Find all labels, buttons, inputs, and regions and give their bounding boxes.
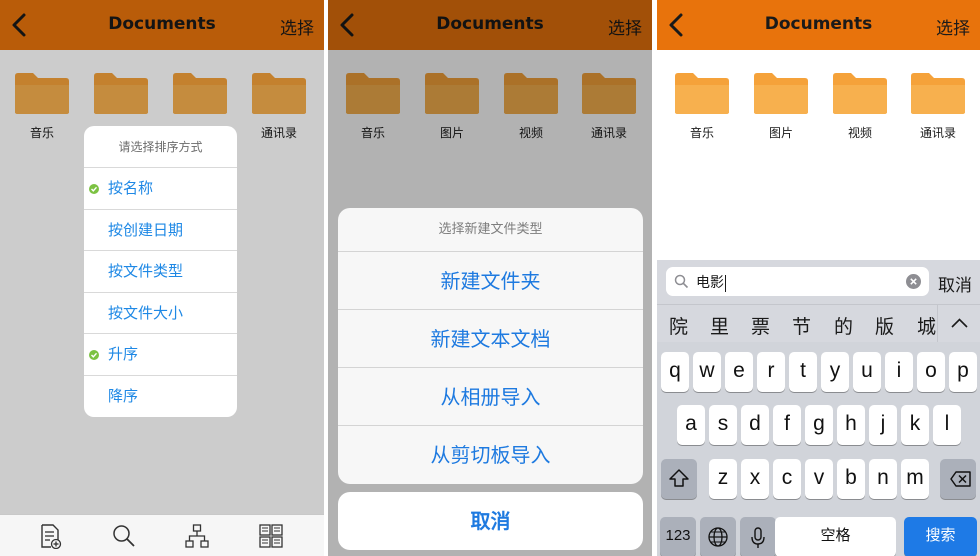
shift-key[interactable] xyxy=(661,459,697,499)
search-icon xyxy=(674,274,689,289)
key-r[interactable]: r xyxy=(757,352,785,392)
expand-candidates-icon[interactable] xyxy=(937,305,980,343)
ime-candidate-bar: 院 里 票 节 的 版 城 xyxy=(657,304,980,343)
candidate-word[interactable]: 的 xyxy=(834,312,853,339)
sort-item-label: 按名称 xyxy=(108,179,154,197)
microphone-icon[interactable] xyxy=(740,517,776,556)
folder-label: 图片 xyxy=(768,126,793,140)
search-bar: 电影 取消 xyxy=(657,260,980,304)
key-p[interactable]: p xyxy=(949,352,977,392)
folder-icon xyxy=(833,73,887,114)
numbers-key[interactable]: 123 xyxy=(660,517,696,556)
key-f[interactable]: f xyxy=(773,405,801,445)
sort-descending[interactable]: 降序 xyxy=(84,376,237,417)
search-input-value: 电影 xyxy=(696,274,726,292)
new-folder-button[interactable]: 新建文件夹 xyxy=(338,252,643,310)
import-from-clipboard-button[interactable]: 从剪切板导入 xyxy=(338,426,643,484)
key-u[interactable]: u xyxy=(853,352,881,392)
backspace-key[interactable] xyxy=(940,459,976,499)
import-from-album-button[interactable]: 从相册导入 xyxy=(338,368,643,426)
sort-item-label: 按创建日期 xyxy=(108,220,184,239)
space-key[interactable]: 空格 xyxy=(775,517,896,556)
clear-icon[interactable] xyxy=(906,274,921,289)
search-input[interactable]: 电影 xyxy=(666,267,929,296)
folder-pictures[interactable]: 图片 xyxy=(751,70,811,141)
folder-label: 通讯录 xyxy=(919,126,956,140)
key-w[interactable]: w xyxy=(693,352,721,392)
key-k[interactable]: k xyxy=(901,405,929,445)
new-text-document-button[interactable]: 新建文本文档 xyxy=(338,310,643,368)
search-panel: Documents 选择 音乐 图片 视频 通讯录 电影 取消 院 里 票 节 … xyxy=(657,0,980,556)
candidate-word[interactable]: 里 xyxy=(710,312,729,339)
key-l[interactable]: l xyxy=(933,405,961,445)
folder-label: 视频 xyxy=(847,126,872,140)
candidate-word[interactable]: 票 xyxy=(751,312,770,339)
search-icon[interactable] xyxy=(111,523,137,549)
search-key[interactable]: 搜索 xyxy=(904,517,977,556)
sort-by-file-size[interactable]: 按文件大小 xyxy=(84,293,237,335)
globe-icon[interactable] xyxy=(700,517,736,556)
sort-by-created-date[interactable]: 按创建日期 xyxy=(84,210,237,252)
nav-title: Documents xyxy=(764,14,873,34)
search-cancel-button[interactable]: 取消 xyxy=(938,271,972,296)
key-g[interactable]: g xyxy=(805,405,833,445)
folder-label: 音乐 xyxy=(689,126,714,140)
new-file-panel: Documents 选择 音乐 图片 视频 通讯录 选择新建文件类型 新建文件夹… xyxy=(328,0,652,556)
text-caret xyxy=(725,274,726,292)
keyboard: q w e r t y u i o p a s d f g h j k l z … xyxy=(657,342,980,556)
check-icon xyxy=(89,350,99,361)
sort-item-label: 按文件大小 xyxy=(108,303,184,322)
candidate-word[interactable]: 节 xyxy=(792,312,811,339)
sort-item-label: 升序 xyxy=(108,345,139,364)
sort-by-name[interactable]: 按名称 xyxy=(84,168,237,210)
key-i[interactable]: i xyxy=(885,352,913,392)
folder-icon xyxy=(675,73,729,114)
folder-contacts[interactable]: 通讯录 xyxy=(908,70,968,141)
key-v[interactable]: v xyxy=(805,459,833,499)
key-q[interactable]: q xyxy=(661,352,689,392)
key-m[interactable]: m xyxy=(901,459,929,499)
nav-bar: Documents 选择 xyxy=(657,0,980,50)
key-c[interactable]: c xyxy=(773,459,801,499)
new-file-action-sheet: 选择新建文件类型 新建文件夹 新建文本文档 从相册导入 从剪切板导入 xyxy=(338,208,643,484)
key-s[interactable]: s xyxy=(709,405,737,445)
candidate-word[interactable]: 院 xyxy=(669,312,688,339)
key-d[interactable]: d xyxy=(741,405,769,445)
sort-by-file-type[interactable]: 按文件类型 xyxy=(84,251,237,293)
bottom-toolbar xyxy=(0,514,324,556)
key-b[interactable]: b xyxy=(837,459,865,499)
key-e[interactable]: e xyxy=(725,352,753,392)
key-h[interactable]: h xyxy=(837,405,865,445)
candidate-word[interactable]: 城 xyxy=(917,312,936,339)
check-icon xyxy=(89,184,99,194)
key-t[interactable]: t xyxy=(789,352,817,392)
grid-view-icon[interactable] xyxy=(258,523,284,549)
sort-panel: Documents 选择 音乐 通讯录 请选择排序方式 按名称 按创建日期 按文… xyxy=(0,0,324,556)
sort-ascending[interactable]: 升序 xyxy=(84,334,237,376)
key-a[interactable]: a xyxy=(677,405,705,445)
key-y[interactable]: y xyxy=(821,352,849,392)
key-o[interactable]: o xyxy=(917,352,945,392)
candidate-word[interactable]: 版 xyxy=(875,312,894,339)
key-x[interactable]: x xyxy=(741,459,769,499)
new-file-icon[interactable] xyxy=(37,523,63,549)
cancel-button[interactable]: 取消 xyxy=(338,492,643,550)
sort-menu-title: 请选择排序方式 xyxy=(84,126,237,168)
sort-item-label: 降序 xyxy=(108,386,139,405)
key-n[interactable]: n xyxy=(869,459,897,499)
folder-icon xyxy=(911,73,965,114)
sort-item-label: 按文件类型 xyxy=(108,262,184,281)
select-button[interactable]: 选择 xyxy=(936,14,970,39)
action-sheet-title: 选择新建文件类型 xyxy=(338,208,643,252)
sitemap-icon[interactable] xyxy=(184,523,210,549)
sort-menu: 请选择排序方式 按名称 按创建日期 按文件类型 按文件大小 升序 降序 xyxy=(84,126,237,417)
key-j[interactable]: j xyxy=(869,405,897,445)
folder-videos[interactable]: 视频 xyxy=(830,70,890,141)
folder-icon xyxy=(754,73,808,114)
folder-music[interactable]: 音乐 xyxy=(672,70,732,141)
key-z[interactable]: z xyxy=(709,459,737,499)
